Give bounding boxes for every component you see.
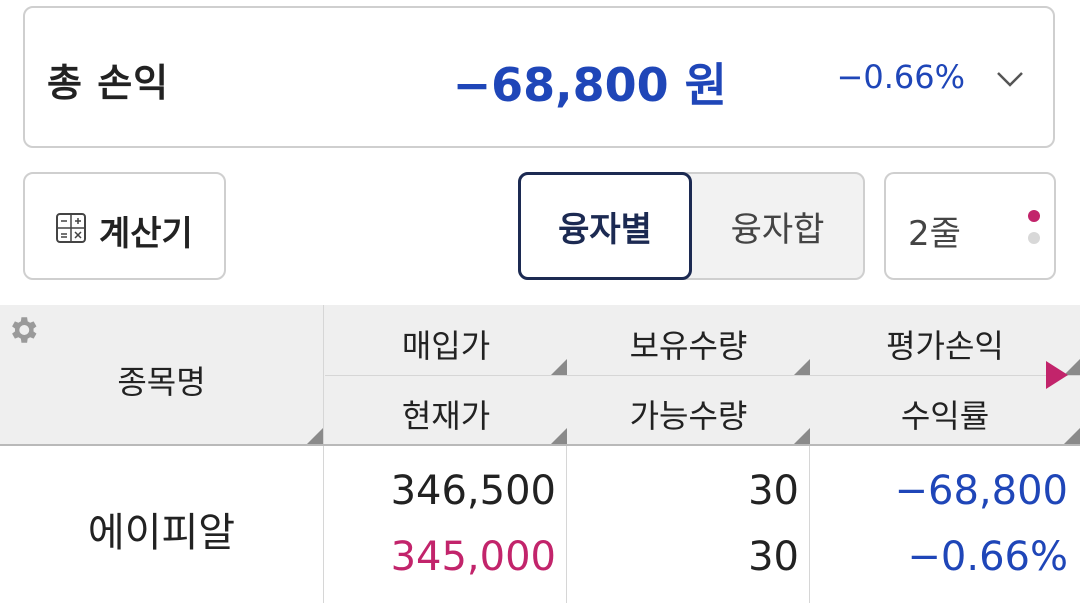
header-return-rate[interactable]: 수익률 (810, 391, 1080, 437)
holdings-table-header: 종목명 매입가 보유수량 평가손익 현재가 가능수량 수익률 (0, 305, 1080, 446)
header-current-price[interactable]: 현재가 (325, 391, 567, 437)
column-divider (809, 446, 810, 603)
calculator-label: 계산기 (99, 214, 193, 254)
header-purchase-price[interactable]: 매입가 (325, 321, 567, 367)
return-rate-value: −0.66% (907, 534, 1068, 580)
sort-corner-icon (794, 359, 810, 375)
total-profit-label: 총 손익 (47, 61, 170, 105)
header-divider (325, 375, 1080, 376)
table-row[interactable]: 에이피알 346,500 345,000 30 30 −68,800 −0.66… (0, 446, 1080, 603)
purchase-price-value: 346,500 (390, 468, 556, 514)
chevron-down-icon[interactable] (995, 64, 1025, 94)
sort-corner-icon (307, 428, 323, 444)
profit-loss-value: −68,800 (894, 468, 1068, 514)
calculator-button[interactable]: 계산기 (23, 172, 226, 280)
gear-icon[interactable] (6, 313, 40, 347)
row-indicator-dot (1028, 232, 1040, 244)
total-profit-amount: −68,800 원 (452, 58, 727, 112)
row-indicator-dot-active (1028, 210, 1040, 222)
header-profit-loss[interactable]: 평가손익 (810, 321, 1080, 367)
holding-qty-value: 30 (748, 468, 799, 514)
stock-name: 에이피알 (87, 510, 236, 556)
current-price-value: 345,000 (390, 534, 556, 580)
header-available-qty[interactable]: 가능수량 (567, 391, 810, 437)
total-profit-card[interactable]: 총 손익 −68,800 원 −0.66% (23, 6, 1055, 148)
sort-corner-icon (551, 359, 567, 375)
column-divider (323, 446, 324, 603)
column-divider (566, 446, 567, 603)
loan-view-toggle: 융자별 융자합 (518, 172, 865, 280)
scroll-right-arrow-icon[interactable] (1046, 361, 1068, 389)
row-count-label: 2줄 (908, 214, 961, 254)
sort-corner-icon (1064, 428, 1080, 444)
sort-corner-icon (551, 428, 567, 444)
available-qty-value: 30 (748, 534, 799, 580)
calculator-icon (56, 213, 86, 243)
header-holding-qty[interactable]: 보유수량 (567, 321, 810, 367)
segment-combined[interactable]: 융자합 (692, 174, 863, 278)
header-column-divider (323, 305, 324, 444)
row-count-selector[interactable]: 2줄 (884, 172, 1056, 280)
sort-corner-icon (794, 428, 810, 444)
segment-by-loan[interactable]: 융자별 (518, 172, 692, 280)
total-profit-percent: −0.66% (836, 58, 965, 96)
header-stock-name[interactable]: 종목명 (0, 357, 323, 403)
